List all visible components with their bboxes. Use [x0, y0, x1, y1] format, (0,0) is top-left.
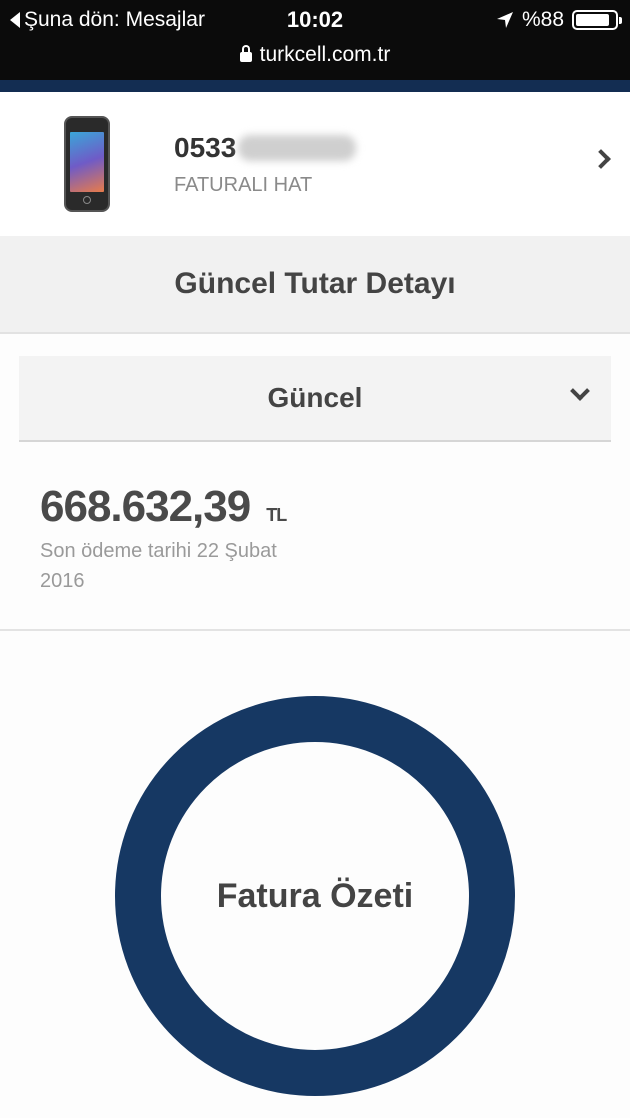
- bill-summary-button[interactable]: Fatura Özeti: [115, 696, 515, 1096]
- back-label: Şuna dön: Mesajlar: [24, 8, 205, 31]
- back-arrow-icon: [10, 12, 20, 28]
- chevron-down-icon: [570, 381, 590, 401]
- battery-icon: [572, 10, 622, 30]
- due-date-text: Son ödeme tarihi 22 Şubat 2016: [40, 540, 277, 592]
- url-text: turkcell.com.tr: [259, 43, 391, 66]
- redacted-number-mask: [238, 135, 357, 161]
- location-arrow-icon: [496, 12, 513, 28]
- bill-amount: 668.632,39 TL: [40, 482, 287, 531]
- lock-icon: [239, 44, 252, 64]
- page-title: Güncel Tutar Detayı: [0, 236, 630, 334]
- battery-percent: %88: [521, 8, 564, 31]
- brand-strip: [0, 80, 630, 92]
- period-selected-value: Güncel: [267, 382, 363, 413]
- divider: [0, 629, 630, 631]
- bill-summary-label: Fatura Özeti: [216, 876, 414, 915]
- line-type: FATURALI HAT: [174, 174, 313, 196]
- line-selector[interactable]: 0533 FATURALI HAT: [0, 92, 630, 236]
- currency-label: TL: [266, 505, 287, 525]
- back-to-messages-link[interactable]: Şuna dön: Mesajlar: [10, 6, 205, 34]
- period-dropdown[interactable]: Güncel: [19, 356, 611, 442]
- chevron-right-icon: [591, 149, 611, 169]
- address-bar[interactable]: turkcell.com.tr: [0, 40, 630, 70]
- status-indicators: %88: [496, 6, 622, 34]
- line-number: 0533: [174, 132, 357, 164]
- phone-device-image: [64, 116, 110, 212]
- bill-amount-block: 668.632,39 TL Son ödeme tarihi 22 Şubat …: [40, 482, 300, 596]
- status-bar: Şuna dön: Mesajlar 10:02 %88 turkcell.co…: [0, 0, 630, 80]
